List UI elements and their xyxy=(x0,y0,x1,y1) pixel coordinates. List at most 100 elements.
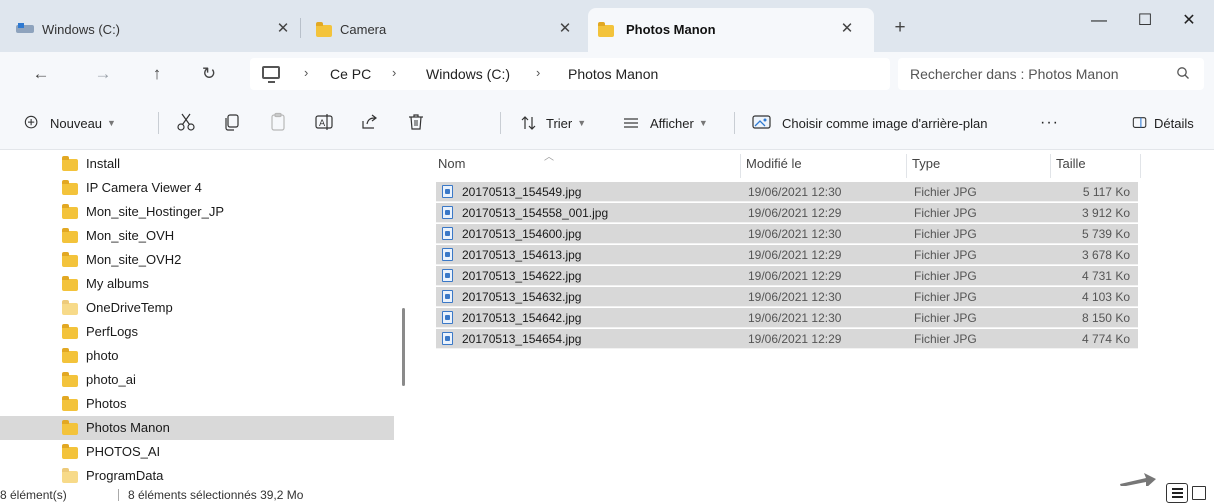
breadcrumb-ce-pc[interactable]: Ce PC xyxy=(330,66,371,82)
folder-icon xyxy=(62,228,78,243)
toolbar-divider xyxy=(500,112,501,134)
folder-icon xyxy=(62,348,78,363)
close-window-button[interactable]: ✕ xyxy=(1166,6,1212,36)
tab-bar: Windows (C:) ✕ Camera ✕ Photos Manon ✕ +… xyxy=(0,0,1214,52)
file-modified: 19/06/2021 12:29 xyxy=(748,332,842,346)
file-name: 20170513_154642.jpg xyxy=(462,311,582,325)
tab-windows-c[interactable]: Windows (C:) ✕ xyxy=(6,8,296,52)
new-button[interactable]: Nouveau ▼ xyxy=(24,108,116,138)
column-header-name[interactable]: Nom xyxy=(438,156,465,171)
file-size: 3 678 Ko xyxy=(1081,248,1130,262)
nav-item-label: ProgramData xyxy=(86,468,164,483)
nav-item[interactable]: ProgramData xyxy=(0,464,394,488)
details-view-button[interactable] xyxy=(1166,483,1188,503)
svg-text:A: A xyxy=(319,119,326,129)
copy-icon[interactable] xyxy=(222,112,242,132)
forward-button[interactable]: → xyxy=(90,62,116,86)
nav-item[interactable]: photo_ai xyxy=(0,368,394,392)
table-row[interactable]: 20170513_154632.jpg 19/06/2021 12:30 Fic… xyxy=(436,287,1138,307)
column-header-modified[interactable]: Modifié le xyxy=(746,156,802,171)
view-button[interactable]: Afficher ▼ xyxy=(622,108,708,138)
file-type: Fichier JPG xyxy=(914,311,977,325)
tab-close-button[interactable]: ✕ xyxy=(552,16,578,42)
share-icon[interactable] xyxy=(360,112,380,132)
nav-item[interactable]: Mon_site_Hostinger_JP xyxy=(0,200,394,224)
folder-icon xyxy=(62,324,78,339)
more-options-button[interactable]: ··· xyxy=(1040,108,1059,138)
nav-item-label: Install xyxy=(86,156,120,171)
nav-item[interactable]: My albums xyxy=(0,272,394,296)
nav-item-label: OneDriveTemp xyxy=(86,300,173,315)
address-bar[interactable]: › Ce PC › Windows (C:) › Photos Manon xyxy=(250,58,890,90)
maximize-button[interactable]: ☐ xyxy=(1122,6,1168,36)
nav-pane-scrollbar[interactable] xyxy=(402,308,405,386)
nav-item[interactable]: OneDriveTemp xyxy=(0,296,394,320)
tab-photos-manon[interactable]: Photos Manon ✕ xyxy=(588,8,874,52)
cut-icon[interactable] xyxy=(176,112,196,132)
folder-icon xyxy=(598,22,614,37)
toolbar-divider xyxy=(734,112,735,134)
table-row[interactable]: 20170513_154613.jpg 19/06/2021 12:29 Fic… xyxy=(436,245,1138,265)
large-icons-view-button[interactable] xyxy=(1192,486,1206,500)
breadcrumb-separator: › xyxy=(304,65,309,80)
drive-icon xyxy=(16,23,34,35)
sort-ascending-icon: ︿ xyxy=(544,152,554,163)
column-divider xyxy=(1050,154,1051,178)
file-modified: 19/06/2021 12:29 xyxy=(748,269,842,283)
nav-item-selected[interactable]: Photos Manon xyxy=(0,416,394,440)
file-size: 4 774 Ko xyxy=(1081,332,1130,346)
nav-item-label: photo_ai xyxy=(86,372,136,387)
nav-item[interactable]: IP Camera Viewer 4 xyxy=(0,176,394,200)
nav-item[interactable]: Photos xyxy=(0,392,394,416)
refresh-button[interactable]: ↻ xyxy=(196,62,222,86)
new-tab-button[interactable]: + xyxy=(886,14,914,42)
tab-close-button[interactable]: ✕ xyxy=(834,16,860,42)
set-wallpaper-label: Choisir comme image d'arrière-plan xyxy=(782,115,988,131)
breadcrumb-windows-c[interactable]: Windows (C:) xyxy=(426,66,510,82)
breadcrumb-photos-manon[interactable]: Photos Manon xyxy=(568,66,658,82)
column-divider xyxy=(1140,154,1141,178)
search-input[interactable]: Rechercher dans : Photos Manon xyxy=(910,66,1119,82)
tab-close-button[interactable]: ✕ xyxy=(270,16,296,42)
table-row[interactable]: 20170513_154622.jpg 19/06/2021 12:29 Fic… xyxy=(436,266,1138,286)
details-pane-button[interactable]: Détails xyxy=(1132,108,1194,138)
delete-icon[interactable] xyxy=(406,112,426,132)
table-row[interactable]: 20170513_154600.jpg 19/06/2021 12:30 Fic… xyxy=(436,224,1138,244)
table-row[interactable]: 20170513_154654.jpg 19/06/2021 12:29 Fic… xyxy=(436,329,1138,349)
set-wallpaper-button[interactable]: Choisir comme image d'arrière-plan xyxy=(752,108,988,138)
back-button[interactable]: ← xyxy=(28,62,54,86)
nav-item[interactable]: PerfLogs xyxy=(0,320,394,344)
file-modified: 19/06/2021 12:30 xyxy=(748,227,842,241)
nav-item-label: IP Camera Viewer 4 xyxy=(86,180,202,195)
up-button[interactable]: ↑ xyxy=(144,62,170,86)
nav-item-label: Photos Manon xyxy=(86,420,170,435)
column-header-size[interactable]: Taille xyxy=(1056,156,1086,171)
search-box[interactable]: Rechercher dans : Photos Manon xyxy=(898,58,1204,90)
sort-button-label: Trier xyxy=(546,115,573,131)
folder-icon xyxy=(62,372,78,387)
table-row[interactable]: 20170513_154549.jpg 19/06/2021 12:30 Fic… xyxy=(436,182,1138,202)
nav-item-label: PHOTOS_AI xyxy=(86,444,161,459)
sort-button[interactable]: Trier ▼ xyxy=(520,108,586,138)
file-modified: 19/06/2021 12:29 xyxy=(748,248,842,262)
file-type: Fichier JPG xyxy=(914,206,977,220)
computer-icon xyxy=(262,66,280,83)
sort-icon xyxy=(521,116,536,130)
rename-icon[interactable]: A xyxy=(314,112,334,132)
paste-icon[interactable] xyxy=(268,112,288,132)
tab-camera[interactable]: Camera ✕ xyxy=(306,8,584,52)
table-row[interactable]: 20170513_154558_001.jpg 19/06/2021 12:29… xyxy=(436,203,1138,223)
minimize-button[interactable]: — xyxy=(1076,6,1122,36)
nav-item[interactable]: Mon_site_OVH2 xyxy=(0,248,394,272)
nav-item[interactable]: Mon_site_OVH xyxy=(0,224,394,248)
file-modified: 19/06/2021 12:30 xyxy=(748,311,842,325)
nav-item[interactable]: photo xyxy=(0,344,394,368)
column-header-type[interactable]: Type xyxy=(912,156,940,171)
nav-item[interactable]: Install xyxy=(0,152,394,176)
nav-item-label: Mon_site_OVH2 xyxy=(86,252,182,267)
table-row[interactable]: 20170513_154642.jpg 19/06/2021 12:30 Fic… xyxy=(436,308,1138,328)
file-name: 20170513_154600.jpg xyxy=(462,227,582,241)
nav-item[interactable]: PHOTOS_AI xyxy=(0,440,394,464)
folder-icon xyxy=(316,22,332,37)
jpg-file-icon xyxy=(442,269,453,282)
